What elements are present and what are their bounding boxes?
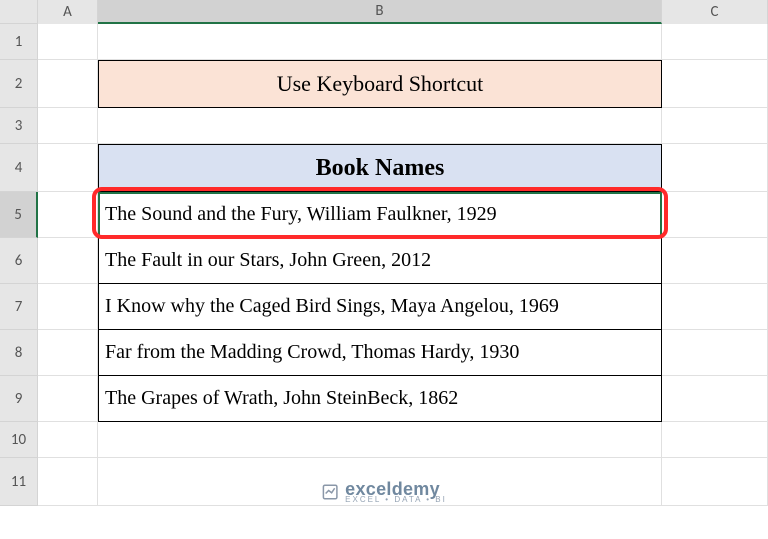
cell-a4[interactable]: [38, 144, 98, 192]
cell-a3[interactable]: [38, 108, 98, 144]
cell-c4[interactable]: [662, 144, 768, 192]
row-header-6[interactable]: 6: [0, 238, 38, 284]
column-header-row: A B C: [0, 0, 768, 24]
cell-a2[interactable]: [38, 60, 98, 108]
row-header-9[interactable]: 9: [0, 376, 38, 422]
cell-c2[interactable]: [662, 60, 768, 108]
cell-c11[interactable]: [662, 458, 768, 506]
cell-a10[interactable]: [38, 422, 98, 458]
cell-b5[interactable]: The Sound and the Fury, William Faulkner…: [98, 192, 662, 238]
cell-a5[interactable]: [38, 192, 98, 238]
cell-a7[interactable]: [38, 284, 98, 330]
cell-c3[interactable]: [662, 108, 768, 144]
select-all-corner[interactable]: [0, 0, 38, 24]
row-header-4[interactable]: 4: [0, 144, 38, 192]
cell-b9[interactable]: The Grapes of Wrath, John SteinBeck, 186…: [98, 376, 662, 422]
cell-a8[interactable]: [38, 330, 98, 376]
col-header-b[interactable]: B: [98, 0, 662, 24]
exceldemy-logo-icon: [321, 483, 339, 501]
cell-b6[interactable]: The Fault in our Stars, John Green, 2012: [98, 238, 662, 284]
cell-b8[interactable]: Far from the Madding Crowd, Thomas Hardy…: [98, 330, 662, 376]
cell-c8[interactable]: [662, 330, 768, 376]
cell-a9[interactable]: [38, 376, 98, 422]
cell-a6[interactable]: [38, 238, 98, 284]
row-header-11[interactable]: 11: [0, 458, 38, 506]
watermark-tagline: EXCEL • DATA • BI: [345, 496, 447, 504]
cell-c7[interactable]: [662, 284, 768, 330]
row-header-8[interactable]: 8: [0, 330, 38, 376]
cell-c5[interactable]: [662, 192, 768, 238]
cell-c9[interactable]: [662, 376, 768, 422]
col-header-c[interactable]: C: [662, 0, 768, 24]
cell-b10[interactable]: [98, 422, 662, 458]
title-cell[interactable]: Use Keyboard Shortcut: [98, 60, 662, 108]
row-header-7[interactable]: 7: [0, 284, 38, 330]
table-header-cell[interactable]: Book Names: [98, 144, 662, 192]
cell-a11[interactable]: [38, 458, 98, 506]
row-header-10[interactable]: 10: [0, 422, 38, 458]
cell-c1[interactable]: [662, 24, 768, 60]
cell-b1[interactable]: [98, 24, 662, 60]
row-header-1[interactable]: 1: [0, 24, 38, 60]
spreadsheet: A B C 1 2 Use Keyboard Shortcut 3 4 Book…: [0, 0, 768, 539]
cell-b7[interactable]: I Know why the Caged Bird Sings, Maya An…: [98, 284, 662, 330]
col-header-a[interactable]: A: [38, 0, 98, 24]
row-header-2[interactable]: 2: [0, 60, 38, 108]
cell-c6[interactable]: [662, 238, 768, 284]
row-header-3[interactable]: 3: [0, 108, 38, 144]
row-header-5[interactable]: 5: [0, 192, 38, 238]
cell-a1[interactable]: [38, 24, 98, 60]
cell-b3[interactable]: [98, 108, 662, 144]
watermark: exceldemy EXCEL • DATA • BI: [321, 480, 447, 504]
cell-c10[interactable]: [662, 422, 768, 458]
